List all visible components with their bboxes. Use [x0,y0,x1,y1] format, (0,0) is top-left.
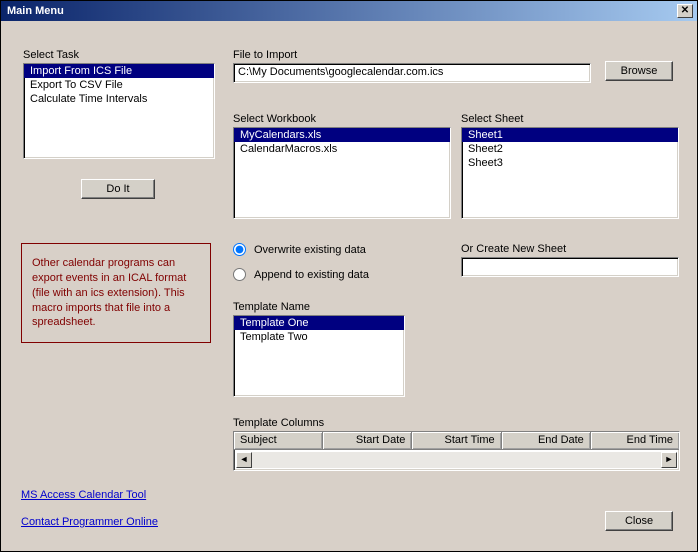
window-title: Main Menu [5,5,677,17]
overwrite-radio-input[interactable] [233,243,246,256]
column-header[interactable]: Start Time [412,432,501,449]
scroll-right-icon[interactable]: ► [661,452,677,468]
task-list[interactable]: Import From ICS FileExport To CSV FileCa… [23,63,215,159]
list-item[interactable]: CalendarMacros.xls [234,142,450,156]
template-list[interactable]: Template OneTemplate Two [233,315,405,397]
scroll-left-icon[interactable]: ◄ [236,452,252,468]
do-it-button[interactable]: Do It [81,179,155,199]
overwrite-radio-label: Overwrite existing data [254,244,366,256]
task-description: Other calendar programs can export event… [21,243,211,343]
column-header[interactable]: End Date [502,432,591,449]
sheet-list[interactable]: Sheet1Sheet2Sheet3 [461,127,679,219]
column-header[interactable]: Subject [234,432,323,449]
append-radio-label: Append to existing data [254,269,369,281]
list-item[interactable]: Import From ICS File [24,64,214,78]
template-columns-hscroll[interactable]: ◄ ► [236,452,677,468]
label-select-sheet: Select Sheet [461,113,523,125]
workbook-list[interactable]: MyCalendars.xlsCalendarMacros.xls [233,127,451,219]
list-item[interactable]: Export To CSV File [24,78,214,92]
label-template-name: Template Name [233,301,310,313]
list-item[interactable]: Sheet2 [462,142,678,156]
list-item[interactable]: Calculate Time Intervals [24,92,214,106]
label-template-columns: Template Columns [233,417,324,429]
column-header[interactable]: Start Date [323,432,412,449]
close-button[interactable]: Close [605,511,673,531]
label-file-to-import: File to Import [233,49,297,61]
list-item[interactable]: Sheet3 [462,156,678,170]
overwrite-radio[interactable]: Overwrite existing data [233,243,366,256]
append-radio-input[interactable] [233,268,246,281]
titlebar: Main Menu ✕ [1,1,697,21]
browse-button[interactable]: Browse [605,61,673,81]
list-item[interactable]: MyCalendars.xls [234,128,450,142]
link-access-tool[interactable]: MS Access Calendar Tool [21,489,146,501]
template-columns-grid[interactable]: SubjectStart DateStart TimeEnd DateEnd T… [233,431,680,471]
link-contact[interactable]: Contact Programmer Online [21,516,158,528]
list-item[interactable]: Template Two [234,330,404,344]
scroll-track[interactable] [252,452,661,468]
list-item[interactable]: Template One [234,316,404,330]
new-sheet-input[interactable] [461,257,679,277]
label-new-sheet: Or Create New Sheet [461,243,566,255]
label-select-workbook: Select Workbook [233,113,316,125]
file-to-import-input[interactable]: C:\My Documents\googlecalendar.com.ics [233,63,591,83]
label-select-task: Select Task [23,49,79,61]
close-icon[interactable]: ✕ [677,4,693,18]
append-radio[interactable]: Append to existing data [233,268,369,281]
column-header[interactable]: End Time [591,432,679,449]
list-item[interactable]: Sheet1 [462,128,678,142]
